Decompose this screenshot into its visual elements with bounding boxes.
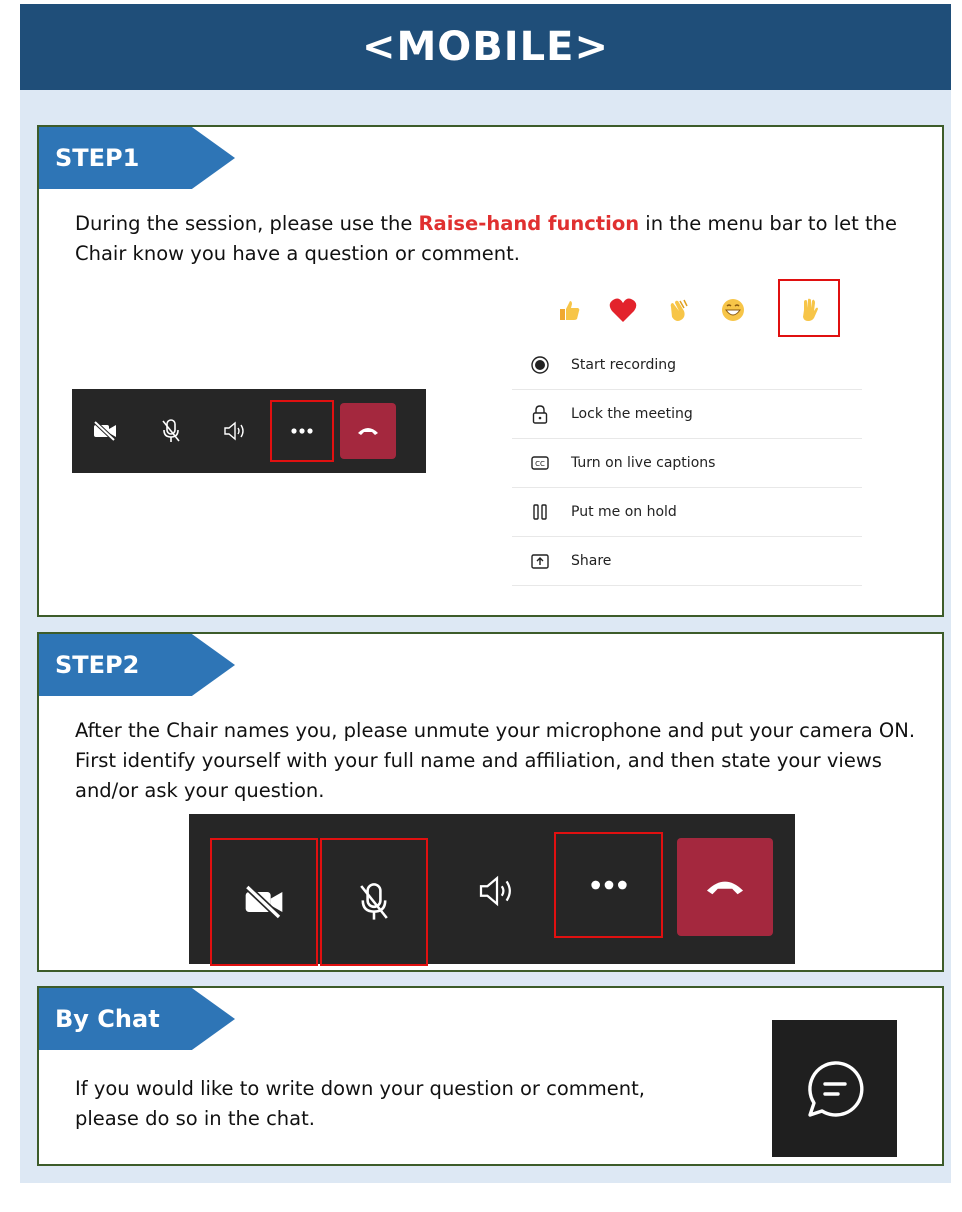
mic-muted-button[interactable] bbox=[320, 838, 428, 966]
menu-item-label: Put me on hold bbox=[571, 504, 677, 520]
mic-muted-button[interactable] bbox=[138, 389, 204, 473]
camera-off-icon bbox=[245, 885, 283, 919]
end-call-button[interactable] bbox=[340, 403, 396, 459]
lock-icon bbox=[529, 403, 551, 425]
camera-off-button[interactable] bbox=[210, 838, 318, 966]
menu-item-start-recording[interactable]: Start recording bbox=[512, 341, 862, 390]
more-options-button[interactable] bbox=[270, 400, 334, 462]
chat-icon bbox=[807, 1060, 864, 1117]
chat-button[interactable] bbox=[772, 1020, 897, 1157]
speaker-button[interactable] bbox=[204, 389, 266, 473]
step2-card: STEP2 After the Chair names you, please … bbox=[37, 632, 944, 972]
mic-muted-icon bbox=[360, 883, 388, 920]
menu-item-live-captions[interactable]: CC Turn on live captions bbox=[512, 439, 862, 488]
captions-icon: CC bbox=[529, 452, 551, 474]
page-title: <MOBILE> bbox=[20, 4, 951, 90]
share-icon bbox=[529, 550, 551, 572]
step2-tag: STEP2 bbox=[39, 634, 235, 696]
menu-item-share[interactable]: Share bbox=[512, 537, 862, 586]
step1-description: During the session, please use the Raise… bbox=[75, 212, 897, 265]
hang-up-icon bbox=[358, 428, 378, 435]
clap-icon[interactable] bbox=[662, 293, 696, 327]
chat-description: If you would like to write down your que… bbox=[75, 1077, 645, 1130]
svg-text:CC: CC bbox=[535, 460, 545, 468]
call-toolbar-small bbox=[72, 389, 426, 473]
menu-item-label: Start recording bbox=[571, 357, 677, 373]
mic-muted-icon bbox=[162, 419, 180, 442]
step1-card: STEP1 During the session, please use the… bbox=[37, 125, 944, 617]
step1-tag: STEP1 bbox=[39, 127, 235, 189]
menu-item-lock-meeting[interactable]: Lock the meeting bbox=[512, 390, 862, 439]
camera-off-button[interactable] bbox=[72, 389, 138, 473]
menu-item-label: Turn on live captions bbox=[571, 455, 716, 471]
call-toolbar-large bbox=[189, 814, 795, 966]
speaker-icon bbox=[224, 421, 244, 441]
hang-up-icon bbox=[707, 881, 743, 895]
hold-icon bbox=[529, 501, 551, 523]
reactions-row bbox=[512, 279, 864, 341]
thumbs-up-icon[interactable] bbox=[552, 293, 586, 327]
chat-tag: By Chat bbox=[39, 988, 235, 1050]
menu-item-label: Lock the meeting bbox=[571, 406, 693, 422]
menu-item-put-on-hold[interactable]: Put me on hold bbox=[512, 488, 862, 537]
speaker-icon bbox=[479, 875, 511, 907]
chat-card: By Chat If you would like to write down … bbox=[37, 986, 944, 1166]
page-frame: <MOBILE> STEP1 During the session, pleas… bbox=[20, 4, 951, 1183]
more-options-button[interactable] bbox=[554, 832, 663, 938]
end-call-button[interactable] bbox=[677, 838, 773, 936]
more-options-menu: Start recording Lock the meeting CC Turn… bbox=[512, 279, 864, 599]
step2-description: After the Chair names you, please unmute… bbox=[75, 719, 916, 802]
menu-item-label: Share bbox=[571, 553, 612, 569]
speaker-button[interactable] bbox=[447, 838, 547, 944]
laugh-icon[interactable] bbox=[716, 293, 750, 327]
more-dots-icon bbox=[291, 428, 313, 434]
record-icon bbox=[529, 354, 551, 376]
camera-off-icon bbox=[93, 421, 116, 441]
more-dots-icon bbox=[590, 880, 627, 890]
raise-hand-icon[interactable] bbox=[792, 293, 826, 327]
heart-icon[interactable] bbox=[606, 293, 640, 327]
raise-hand-highlight: Raise-hand function bbox=[418, 212, 640, 235]
